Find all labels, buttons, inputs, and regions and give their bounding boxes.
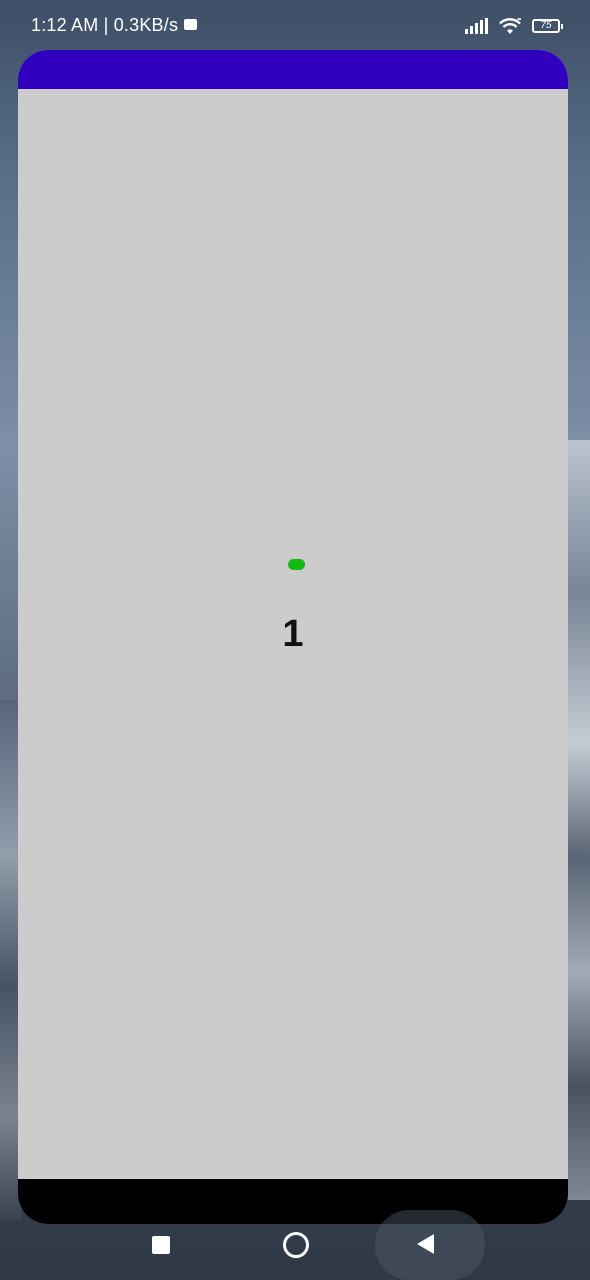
status-time: 1:12 AM | 0.3KB/s [31,15,179,35]
app-window: 1 [18,50,568,1224]
status-bar: 1:12 AM | 0.3KB/s 75 [0,0,590,52]
home-button[interactable] [283,1232,309,1258]
battery-icon: 75 [532,19,563,33]
status-icons: 75 [465,14,563,38]
app-top-bar [18,50,568,89]
signal-icon [465,18,488,34]
app-bottom-bar [18,1179,568,1224]
phone-screen: 1:12 AM | 0.3KB/s 75 1 [0,0,590,1280]
recent-apps-button[interactable] [152,1236,170,1254]
navigation-bar [0,1210,590,1280]
video-camera-icon [184,19,197,30]
green-indicator-dot [288,559,305,570]
counter-text: 1 [282,613,304,655]
app-content[interactable]: 1 [18,89,568,1179]
back-button[interactable] [417,1234,434,1254]
wifi-icon [499,18,521,34]
